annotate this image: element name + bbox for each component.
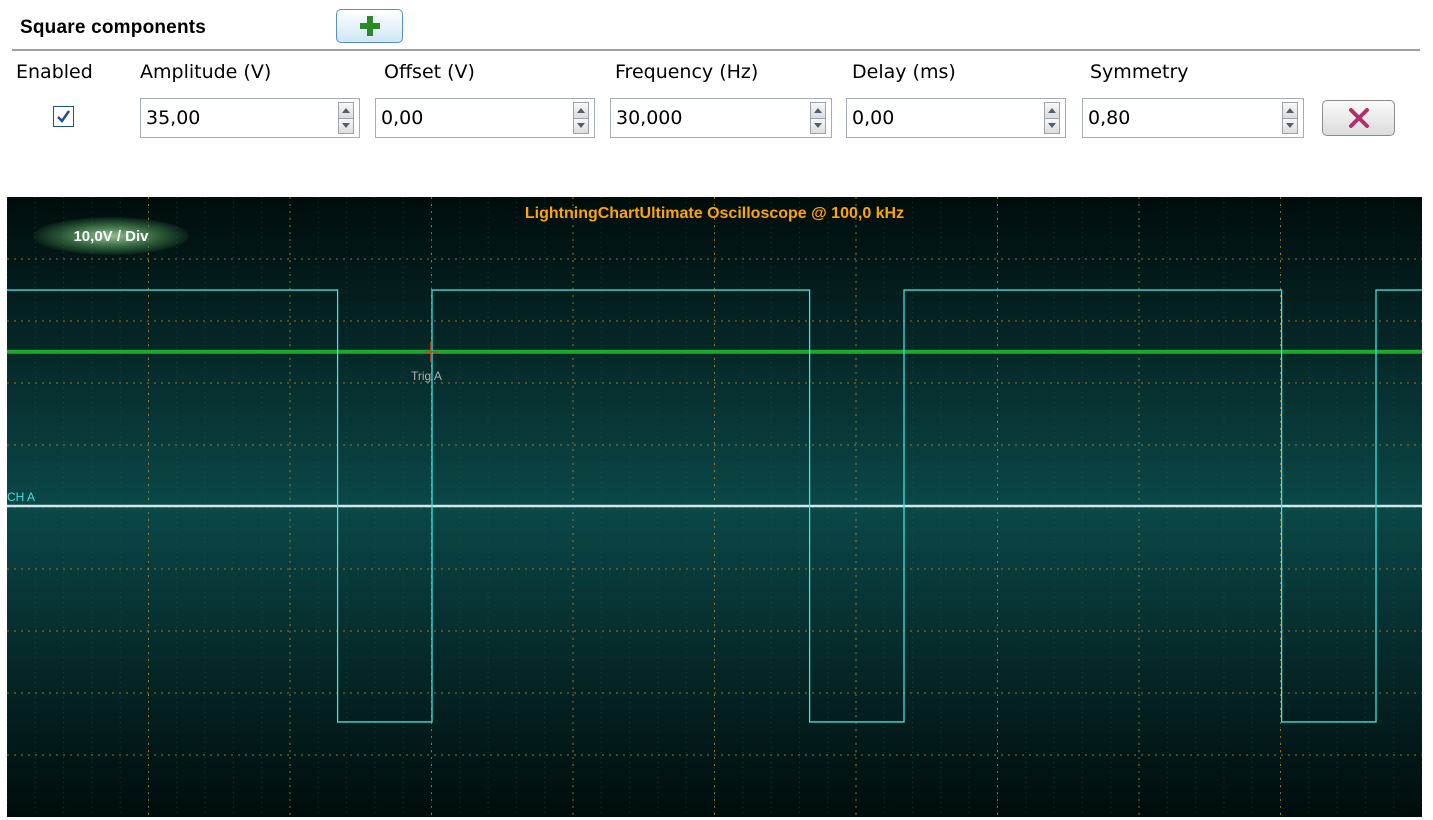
section-title: Square components xyxy=(20,17,207,38)
amplitude-label: Amplitude (V) xyxy=(140,61,272,83)
arrow-down-icon xyxy=(1286,123,1294,129)
arrow-up-icon xyxy=(814,107,822,113)
symmetry-up-button[interactable] xyxy=(1282,102,1298,119)
frequency-up-button[interactable] xyxy=(810,102,826,119)
amplitude-down-button[interactable] xyxy=(338,118,354,134)
channel-label: CH A xyxy=(7,490,36,504)
symmetry-label: Symmetry xyxy=(1090,61,1189,83)
offset-input[interactable] xyxy=(378,101,564,135)
chart-title: LightningChartUltimate Oscilloscope @ 10… xyxy=(524,205,905,222)
arrow-up-icon xyxy=(1286,107,1294,113)
arrow-down-icon xyxy=(577,123,585,129)
arrow-up-icon xyxy=(1048,107,1056,113)
oscilloscope-chart[interactable]: LightningChartUltimate Oscilloscope @ 10… xyxy=(7,197,1422,817)
plus-icon xyxy=(359,16,380,36)
trigger-label: Trig A xyxy=(411,369,442,383)
checkmark-icon xyxy=(57,110,71,123)
oscilloscope-plot xyxy=(7,197,1422,817)
arrow-down-icon xyxy=(1048,123,1056,129)
delete-x-icon xyxy=(1348,108,1369,128)
add-component-button[interactable] xyxy=(336,9,403,43)
scale-label: 10,0V / Div xyxy=(33,217,189,255)
enabled-label: Enabled xyxy=(16,61,93,83)
arrow-down-icon xyxy=(342,123,350,129)
symmetry-down-button[interactable] xyxy=(1282,118,1298,134)
offset-down-button[interactable] xyxy=(573,118,589,134)
frequency-input[interactable] xyxy=(613,101,801,135)
arrow-up-icon xyxy=(577,107,585,113)
delay-spinbox[interactable] xyxy=(846,98,1066,138)
offset-label: Offset (V) xyxy=(384,61,475,83)
amplitude-spinbox[interactable] xyxy=(140,98,360,138)
symmetry-input[interactable] xyxy=(1085,101,1273,135)
frequency-down-button[interactable] xyxy=(810,118,826,134)
header-divider xyxy=(12,49,1420,51)
offset-spinbox[interactable] xyxy=(375,98,595,138)
delay-label: Delay (ms) xyxy=(852,61,956,83)
offset-up-button[interactable] xyxy=(573,102,589,119)
frequency-label: Frequency (Hz) xyxy=(615,61,759,83)
delay-up-button[interactable] xyxy=(1044,102,1060,119)
delete-component-button[interactable] xyxy=(1322,100,1395,136)
arrow-up-icon xyxy=(342,107,350,113)
symmetry-spinbox[interactable] xyxy=(1082,98,1304,138)
amplitude-up-button[interactable] xyxy=(338,102,354,119)
delay-down-button[interactable] xyxy=(1044,118,1060,134)
frequency-spinbox[interactable] xyxy=(610,98,832,138)
enabled-checkbox[interactable] xyxy=(53,106,74,127)
arrow-down-icon xyxy=(814,123,822,129)
delay-input[interactable] xyxy=(849,101,1035,135)
amplitude-input[interactable] xyxy=(143,101,329,135)
